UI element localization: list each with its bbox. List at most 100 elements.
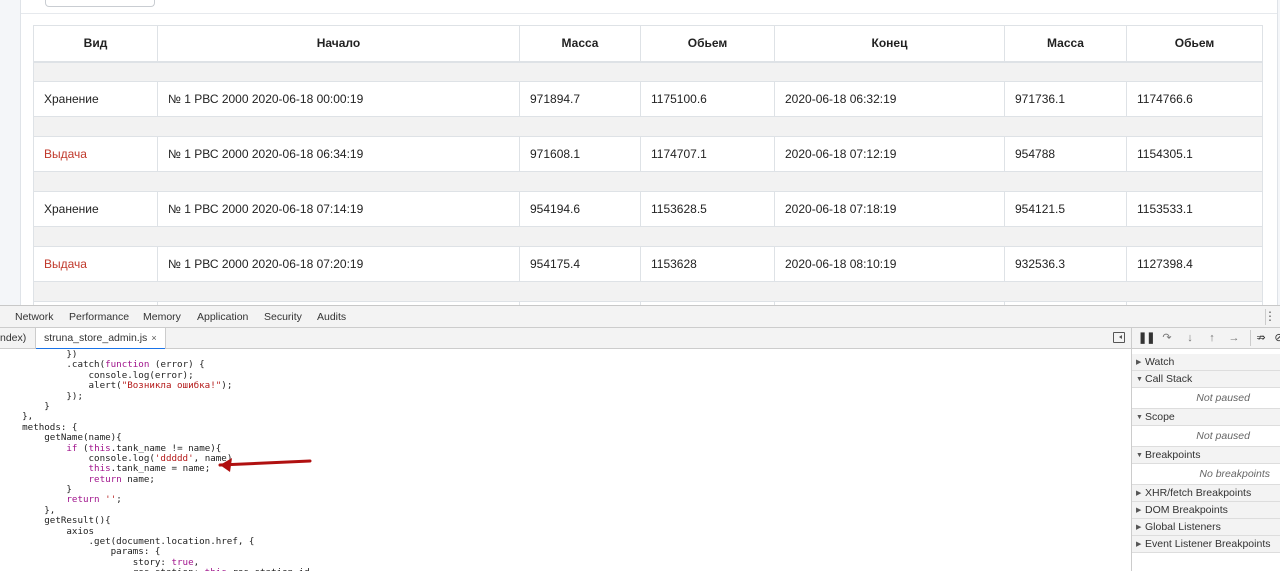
tab-performance[interactable]: Performance (69, 306, 129, 328)
code-line: } (0, 400, 50, 412)
code-line: }); (0, 390, 83, 402)
cell-volume-end: 1127398.4 (1126, 246, 1263, 282)
cell-end: 2020-06-18 07:18:19 (774, 191, 1005, 227)
cell-start: № 1 РВС 2000 2020-06-18 00:00:19 (157, 81, 520, 117)
cell-start: № 1 РВС 2000 2020-06-18 07:20:19 (157, 246, 520, 282)
cell-end: 2020-06-18 08:10:19 (774, 246, 1005, 282)
more-options-icon[interactable]: ⋮ (1264, 309, 1276, 323)
col-header-kind: Вид (33, 25, 158, 63)
col-header-volume-end: Обьем (1126, 25, 1263, 63)
caret-down-icon: ▼ (1136, 452, 1143, 459)
results-card: Вид Начало Масса Обьем Конец Масса Обьем… (20, 0, 1278, 305)
code-line: .get(document.location.href, { (0, 536, 255, 548)
caret-right-icon: ▶ (1136, 359, 1142, 366)
card-divider (21, 13, 1277, 14)
code-editor[interactable]: }) .catch(function (error) { console.log… (0, 349, 1131, 571)
cell-kind: Хранение (33, 191, 158, 227)
code-line: return name; (88, 473, 155, 485)
code-line: return ''; (66, 494, 122, 506)
section-call-stack[interactable]: ▼ Call Stack (1132, 371, 1280, 388)
top-button[interactable] (45, 0, 155, 7)
table-row: Выдача № 1 РВС 2000 2020-06-18 06:34:19 … (33, 136, 1263, 172)
step-out-icon[interactable]: ↑ (1205, 331, 1219, 345)
scope-empty: Not paused (1132, 426, 1280, 447)
cell-mass-end: 954121.5 (1004, 191, 1127, 227)
debugger-sidebar: ❚❚ ↷ ↓ ↑ → ⇏ ⊘ ▶ Watch ▼ Call Stack Not pa… (1131, 328, 1280, 571)
table-header-row: Вид Начало Масса Обьем Конец Масса Обьем (33, 25, 1263, 63)
col-header-start: Начало (157, 25, 520, 63)
call-stack-empty: Not paused (1132, 388, 1280, 409)
table-row: Хранение № 1 РВС 2000 2020-06-18 07:14:1… (33, 191, 1263, 227)
source-tab-filename: struna_store_admin.js (44, 332, 148, 344)
devtools-tabbar: Network Performance Memory Application S… (0, 306, 1280, 328)
code-line: getResult(){ (0, 515, 111, 527)
cell-volume-end: 1153533.1 (1126, 191, 1263, 227)
col-header-mass-end: Масса (1004, 25, 1127, 63)
code-line: alert("Возникла ошибка!"); (0, 380, 233, 392)
cell-end: 2020-06-18 07:12:19 (774, 136, 1005, 172)
section-global-listeners[interactable]: ▶ Global Listeners (1132, 519, 1280, 536)
table-gap-row (33, 226, 1263, 247)
cell-kind: Выдача (33, 136, 158, 172)
cell-mass-start: 954194.6 (519, 191, 641, 227)
source-tab-index[interactable]: ndex) (0, 328, 26, 349)
table-gap-row (33, 171, 1263, 192)
section-dom-breakpoints[interactable]: ▶ DOM Breakpoints (1132, 502, 1280, 519)
cell-mass-end: 932536.3 (1004, 246, 1127, 282)
source-tab-active[interactable]: struna_store_admin.js × (35, 328, 166, 350)
cell-mass-end: 971736.1 (1004, 81, 1127, 117)
col-header-volume-start: Обьем (640, 25, 775, 63)
app-page: Вид Начало Масса Обьем Конец Масса Обьем… (0, 0, 1280, 305)
cell-mass-end: 954788 (1004, 136, 1127, 172)
code-line: }, (0, 504, 56, 516)
step-into-icon[interactable]: ↓ (1183, 331, 1197, 345)
code-line: } (0, 484, 72, 496)
code-line: this.tank_name = name; (88, 463, 211, 475)
step-over-icon[interactable]: ↷ (1160, 331, 1174, 345)
cell-volume-start: 1153628.5 (640, 191, 775, 227)
tab-network[interactable]: Network (15, 306, 54, 328)
pause-on-exceptions-icon[interactable]: ⊘ (1272, 331, 1280, 345)
tab-audits[interactable]: Audits (317, 306, 346, 328)
caret-right-icon: ▶ (1136, 524, 1142, 531)
code-line: getName(name){ (0, 432, 122, 444)
code-line: methods: { (0, 421, 78, 433)
tab-application[interactable]: Application (197, 306, 248, 328)
cell-mass-start: 971894.7 (519, 81, 641, 117)
table-row: Выдача № 1 РВС 2000 2020-06-18 07:20:19 … (33, 246, 1263, 282)
caret-down-icon: ▼ (1136, 376, 1143, 383)
col-header-end: Конец (774, 25, 1005, 63)
col-header-mass-start: Масса (519, 25, 641, 63)
close-icon[interactable]: × (151, 333, 156, 343)
tab-memory[interactable]: Memory (143, 306, 181, 328)
cell-mass-start: 971608.1 (519, 136, 641, 172)
deactivate-breakpoints-icon[interactable]: ⇏ (1254, 331, 1268, 345)
section-xhr-breakpoints[interactable]: ▶ XHR/fetch Breakpoints (1132, 485, 1280, 502)
cell-volume-end: 1154305.1 (1126, 136, 1263, 172)
pause-icon[interactable]: ❚❚ (1138, 331, 1155, 345)
breakpoints-empty: No breakpoints (1132, 464, 1280, 485)
source-tabbar: ndex) struna_store_admin.js × (0, 328, 1131, 350)
cell-volume-start: 1174707.1 (640, 136, 775, 172)
table-row: Хранение № 1 РВС 2000 2020-06-18 00:00:1… (33, 81, 1263, 117)
table-gap-row (33, 281, 1263, 302)
caret-right-icon: ▶ (1136, 507, 1142, 514)
debugger-toolbar: ❚❚ ↷ ↓ ↑ → ⇏ ⊘ (1132, 328, 1280, 349)
tab-security[interactable]: Security (264, 306, 302, 328)
caret-right-icon: ▶ (1136, 541, 1142, 548)
section-event-listener-breakpoints[interactable]: ▶ Event Listener Breakpoints (1132, 536, 1280, 553)
section-scope[interactable]: ▼ Scope (1132, 409, 1280, 426)
section-watch[interactable]: ▶ Watch (1132, 354, 1280, 371)
table-gap-row (33, 116, 1263, 137)
code-line: }, (0, 411, 34, 423)
step-icon[interactable]: → (1227, 331, 1241, 345)
cell-kind: Выдача (33, 246, 158, 282)
cell-kind: Хранение (33, 81, 158, 117)
cell-mass-start: 954175.4 (519, 246, 641, 282)
toggle-debugger-sidebar-icon[interactable] (1113, 332, 1125, 343)
devtools-panel: Network Performance Memory Application S… (0, 305, 1280, 571)
section-breakpoints[interactable]: ▼ Breakpoints (1132, 447, 1280, 464)
caret-right-icon: ▶ (1136, 490, 1142, 497)
cell-volume-start: 1175100.6 (640, 81, 775, 117)
table-gap-row (33, 61, 1263, 82)
